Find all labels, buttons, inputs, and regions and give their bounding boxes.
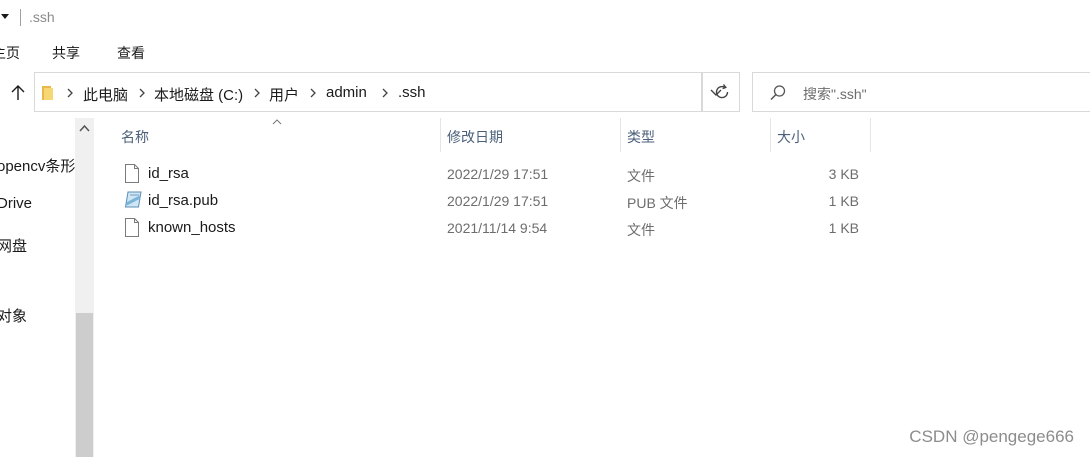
file-modified: 2022/1/29 17:51 [447, 193, 549, 209]
nav-item-3d-objects[interactable]: 对象 [0, 305, 27, 326]
search-icon [770, 85, 786, 101]
pub-file-icon [124, 191, 142, 208]
chevron-right-icon[interactable] [379, 87, 391, 99]
blank-file-icon [125, 218, 139, 237]
blank-file-icon [125, 164, 139, 183]
refresh-icon [715, 84, 728, 99]
up-button[interactable] [6, 80, 30, 106]
file-name: known_hosts [148, 219, 236, 236]
file-size: 1 KB [828, 220, 859, 236]
breadcrumb-users[interactable]: 用户 [269, 84, 299, 105]
file-row-id-rsa[interactable]: id_rsa 2022/1/29 17:51 文件 3 KB [112, 160, 872, 187]
window-title: .ssh [29, 9, 55, 25]
nav-scrollbar[interactable] [75, 118, 94, 457]
column-header-type-label: 类型 [627, 129, 655, 145]
address-bar[interactable]: 此电脑 本地磁盘 (C:) 用户 admin .ssh [34, 72, 740, 112]
file-row-known-hosts[interactable]: known_hosts 2021/11/14 9:54 文件 1 KB [112, 214, 872, 241]
file-modified: 2022/1/29 17:51 [447, 166, 549, 182]
nav-item-netdisk[interactable]: 网盘 [0, 235, 27, 256]
search-box[interactable]: 搜索".ssh" [752, 72, 1090, 112]
file-row-id-rsa-pub[interactable]: id_rsa.pub 2022/1/29 17:51 PUB 文件 1 KB [112, 187, 872, 214]
chevron-right-icon[interactable] [307, 87, 319, 99]
column-header-size[interactable]: 大小 [770, 118, 870, 152]
title-bar: .ssh [0, 0, 1090, 34]
file-name: id_rsa [148, 165, 189, 182]
navigation-pane: opencv条形 Drive 网盘 对象 [0, 118, 75, 457]
file-size: 1 KB [828, 193, 859, 209]
file-name: id_rsa.pub [148, 192, 219, 209]
column-header-size-label: 大小 [777, 129, 805, 145]
file-type: 文件 [627, 222, 655, 238]
tab-share[interactable]: 共享 [52, 43, 80, 63]
column-header-modified-label: 修改日期 [447, 129, 503, 145]
breadcrumb-ssh[interactable]: .ssh [398, 84, 426, 101]
column-header-type[interactable]: 类型 [620, 118, 770, 152]
file-size: 3 KB [828, 166, 859, 182]
breadcrumb-this-pc[interactable]: 此电脑 [83, 84, 128, 105]
file-type: 文件 [627, 168, 655, 184]
column-separator[interactable] [870, 118, 871, 152]
breadcrumb-admin[interactable]: admin [326, 84, 367, 101]
chevron-right-icon[interactable] [136, 87, 148, 99]
nav-item-onedrive[interactable]: Drive [0, 195, 32, 212]
file-modified: 2021/11/14 9:54 [447, 220, 548, 236]
nav-item-opencv[interactable]: opencv条形 [0, 155, 75, 176]
file-type: PUB 文件 [627, 195, 688, 211]
arrow-up-icon [11, 85, 25, 100]
nav-scrollbar-thumb[interactable] [76, 313, 93, 457]
tab-view[interactable]: 查看 [117, 43, 145, 63]
title-separator [20, 9, 21, 26]
ribbon-tabs: 主页 共享 查看 [0, 34, 1090, 68]
tab-home[interactable]: 主页 [0, 43, 20, 63]
column-header-name-label: 名称 [121, 129, 149, 145]
scroll-up-arrow-icon[interactable] [79, 124, 90, 132]
watermark: CSDN @pengege666 [909, 427, 1074, 446]
folder-icon [42, 86, 53, 100]
column-header-modified[interactable]: 修改日期 [440, 118, 620, 152]
search-placeholder: 搜索".ssh" [803, 86, 867, 102]
refresh-button[interactable] [702, 73, 740, 111]
chevron-right-icon[interactable] [251, 87, 263, 99]
breadcrumb-local-disk[interactable]: 本地磁盘 (C:) [154, 84, 243, 105]
chevron-right-icon[interactable] [64, 87, 76, 99]
sort-ascending-icon [272, 119, 282, 125]
quick-access-dropdown-icon[interactable] [1, 14, 9, 19]
